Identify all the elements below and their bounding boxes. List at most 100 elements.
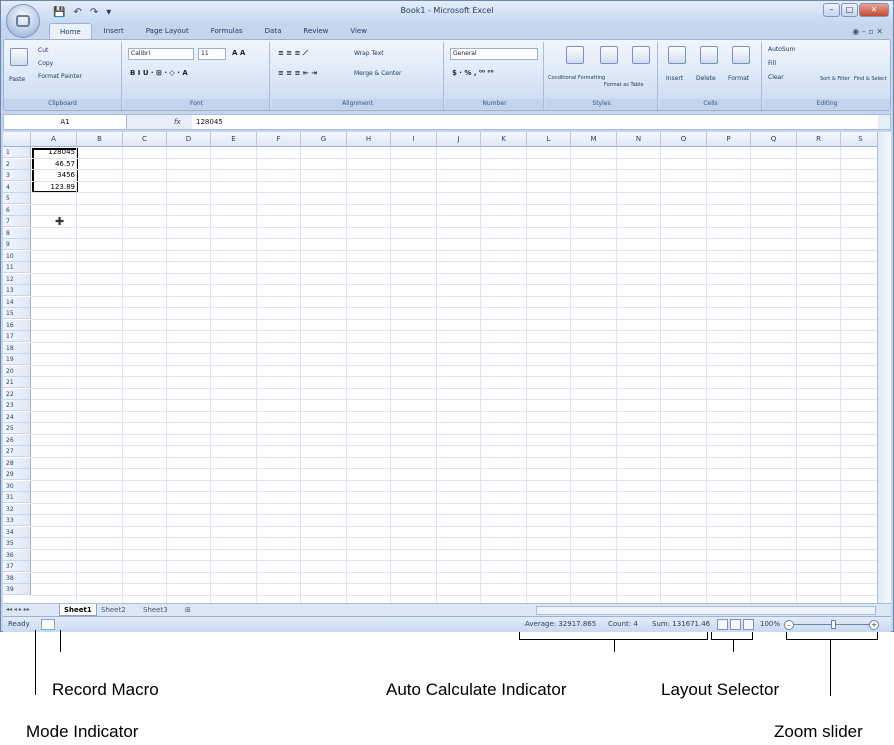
row-header-25[interactable]: 25 [3, 423, 31, 434]
normal-view-icon[interactable] [717, 619, 728, 630]
fx-icon[interactable]: fx [174, 115, 181, 129]
sheet-tab-3[interactable]: Sheet3 [143, 604, 168, 616]
column-header-g[interactable]: G [301, 132, 347, 147]
font-size-select[interactable]: 11 [198, 48, 226, 60]
row-header-5[interactable]: 5 [3, 193, 31, 204]
row-header-11[interactable]: 11 [3, 262, 31, 273]
column-header-i[interactable]: I [391, 132, 437, 147]
row-header-24[interactable]: 24 [3, 411, 31, 423]
row-header-12[interactable]: 12 [3, 273, 31, 285]
row-header-38[interactable]: 38 [3, 572, 31, 584]
font-style-buttons[interactable]: B I U · ⊞ · ◇ · A [130, 68, 188, 79]
row-header-4[interactable]: 4 [3, 181, 31, 193]
row-header-39[interactable]: 39 [3, 584, 31, 595]
column-header-m[interactable]: M [571, 132, 617, 147]
format-button[interactable]: Format [728, 75, 749, 82]
column-header-l[interactable]: L [527, 132, 571, 147]
delete-cells-icon[interactable] [700, 46, 718, 64]
row-header-16[interactable]: 16 [3, 319, 31, 331]
row-header-22[interactable]: 22 [3, 388, 31, 400]
cell-a3[interactable]: 3456 [33, 170, 77, 181]
insert-sheet-icon[interactable]: ⊞ [185, 604, 191, 616]
merge-center-button[interactable]: Merge & Center [354, 70, 401, 77]
select-all-corner[interactable] [3, 132, 31, 147]
row-header-19[interactable]: 19 [3, 354, 31, 365]
row-header-35[interactable]: 35 [3, 538, 31, 549]
row-header-20[interactable]: 20 [3, 365, 31, 377]
row-header-21[interactable]: 21 [3, 377, 31, 388]
tab-page-layout[interactable]: Page Layout [136, 23, 199, 39]
close-icon[interactable]: ✕ [859, 3, 889, 17]
row-header-27[interactable]: 27 [3, 446, 31, 457]
format-table-button[interactable]: Format as Table [604, 82, 643, 88]
row-header-29[interactable]: 29 [3, 469, 31, 480]
wrap-text-button[interactable]: Wrap Text [354, 50, 384, 57]
format-cells-icon[interactable] [732, 46, 750, 64]
row-header-36[interactable]: 36 [3, 549, 31, 561]
cut-button[interactable]: Cut [38, 47, 48, 54]
column-header-a[interactable]: A [31, 132, 77, 147]
paste-button[interactable]: Paste [9, 76, 25, 83]
worksheet-grid[interactable]: ✚ A B C D E F G H I J K L M N O P Q R S 1 2 3 4 5 6 7 8 9 10 11 12 13 14… [3, 132, 877, 603]
copy-button[interactable]: Copy [38, 60, 53, 67]
sort-filter-button[interactable]: Sort & Filter [820, 76, 850, 82]
row-header-32[interactable]: 32 [3, 503, 31, 515]
row-header-10[interactable]: 10 [3, 250, 31, 262]
column-header-j[interactable]: J [437, 132, 481, 147]
cell-a1[interactable]: 128045 [33, 147, 77, 158]
page-layout-view-icon[interactable] [730, 619, 741, 630]
column-header-p[interactable]: P [707, 132, 751, 147]
row-header-37[interactable]: 37 [3, 561, 31, 572]
insert-cells-icon[interactable] [668, 46, 686, 64]
horizontal-scrollbar[interactable] [536, 606, 876, 615]
row-header-30[interactable]: 30 [3, 480, 31, 492]
column-header-e[interactable]: E [211, 132, 257, 147]
column-header-k[interactable]: K [481, 132, 527, 147]
align-center-icons[interactable]: ≡ ≡ ≡ ⇤ ⇥ [278, 68, 317, 79]
help-icon[interactable]: ◉ – ▫ ✕ [852, 27, 883, 36]
clear-button[interactable]: Clear [768, 74, 784, 81]
row-header-33[interactable]: 33 [3, 515, 31, 526]
vertical-scrollbar[interactable] [877, 132, 891, 603]
column-header-h[interactable]: H [347, 132, 391, 147]
zoom-level[interactable]: 100% [760, 619, 780, 630]
record-macro-icon[interactable] [41, 619, 55, 630]
column-header-s[interactable]: S [841, 132, 877, 147]
column-header-n[interactable]: N [617, 132, 661, 147]
zoom-slider-thumb[interactable] [831, 620, 836, 629]
find-select-button[interactable]: Find & Select [854, 76, 887, 82]
tab-insert[interactable]: Insert [94, 23, 134, 39]
format-painter-button[interactable]: Format Painter [38, 73, 82, 80]
column-header-f[interactable]: F [257, 132, 301, 147]
row-header-18[interactable]: 18 [3, 342, 31, 354]
tab-formulas[interactable]: Formulas [201, 23, 253, 39]
row-header-6[interactable]: 6 [3, 204, 31, 216]
conditional-formatting-icon[interactable] [566, 46, 584, 64]
zoom-in-icon[interactable]: + [869, 620, 879, 630]
maximize-icon[interactable]: □ [841, 3, 858, 17]
number-format-icons[interactable]: $ · % , ⁰⁰ ⁰⁰ [452, 68, 494, 79]
column-header-d[interactable]: D [167, 132, 211, 147]
column-header-c[interactable]: C [123, 132, 167, 147]
page-break-view-icon[interactable] [743, 619, 754, 630]
row-header-14[interactable]: 14 [3, 296, 31, 308]
row-header-31[interactable]: 31 [3, 492, 31, 503]
row-header-8[interactable]: 8 [3, 227, 31, 239]
name-box[interactable]: A1 [4, 115, 127, 129]
fill-button[interactable]: Fill [768, 60, 776, 67]
column-header-b[interactable]: B [77, 132, 123, 147]
row-header-3[interactable]: 3 [3, 170, 31, 181]
row-header-2[interactable]: 2 [3, 158, 31, 170]
tab-review[interactable]: Review [293, 23, 338, 39]
number-format-select[interactable]: General [450, 48, 538, 60]
autosum-button[interactable]: AutoSum [768, 46, 795, 53]
sheet-tab-1[interactable]: Sheet1 [59, 604, 97, 616]
paste-icon[interactable] [10, 48, 28, 66]
format-table-icon[interactable] [600, 46, 618, 64]
insert-button[interactable]: Insert [666, 75, 683, 82]
cell-a4[interactable]: 123.89 [33, 182, 77, 193]
align-top-icons[interactable]: ≡ ≡ ≡ ⟋ [278, 48, 308, 59]
row-header-1[interactable]: 1 [3, 147, 31, 158]
row-header-15[interactable]: 15 [3, 308, 31, 319]
formula-input[interactable]: 128045 [192, 115, 878, 129]
